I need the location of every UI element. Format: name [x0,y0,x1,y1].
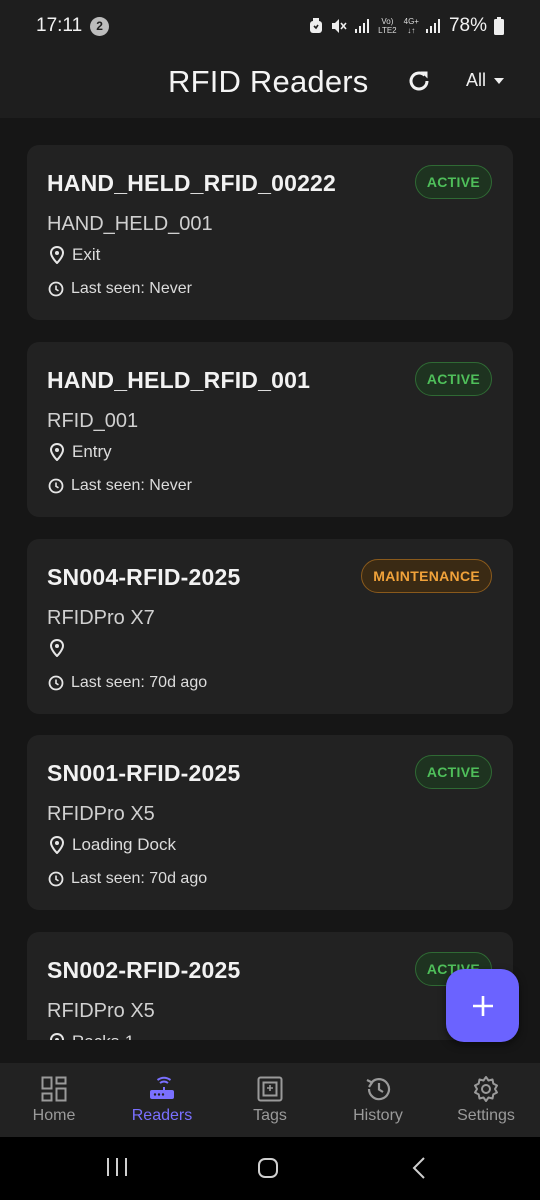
history-icon [366,1078,391,1101]
reader-last-seen: Last seen: 70d ago [48,870,207,888]
reader-location: Entry [50,442,112,462]
status-time: 17:11 [36,15,83,36]
nav-readers-label: Readers [131,1107,193,1124]
nav-tags[interactable]: Tags [216,1063,324,1137]
reader-card[interactable]: SN002-RFID-2025 ACTIVE RFIDPro X5 Racks-… [27,932,513,1040]
reader-location: Loading Dock [50,835,176,855]
nav-settings[interactable]: Settings [432,1063,540,1137]
location-pin-icon [50,639,64,657]
reader-model: HAND_HELD_001 [47,213,213,235]
battery-icon [494,17,504,35]
reader-last-seen: Last seen: 70d ago [48,674,207,692]
home-circle-icon [258,1158,278,1178]
network-type-indicator: 4G+ ↓↑ [404,17,419,35]
back-button[interactable] [412,1157,426,1184]
status-badge: ACTIVE [414,362,492,396]
filter-dropdown[interactable]: All [466,70,505,91]
reader-location [50,639,72,657]
location-text: Entry [72,442,112,461]
app-bar: RFID Readers All [0,52,540,118]
nav-readers[interactable]: Readers [108,1063,216,1137]
last-seen-text: Last seen: Never [71,280,192,297]
reader-name: SN004-RFID-2025 [47,564,241,590]
reader-last-seen: Last seen: Never [48,477,192,495]
nav-history-label: History [353,1107,403,1124]
add-reader-button[interactable] [446,969,519,1042]
reader-model: RFID_001 [47,410,139,432]
nav-home[interactable]: Home [0,1063,108,1137]
nav-history[interactable]: History [324,1063,432,1137]
nav-tags-label: Tags [253,1107,287,1124]
network-type-bottom: ↓↑ [407,26,416,35]
reader-model: RFIDPro X5 [47,1000,155,1022]
system-navigation-bar [0,1137,540,1200]
signal-icon-2 [425,19,440,33]
reader-model: RFIDPro X7 [47,607,155,629]
location-pin-icon [50,246,64,264]
reader-card[interactable]: SN001-RFID-2025 ACTIVE RFIDPro X5 Loadin… [27,735,513,910]
status-icons: Vo) LTE2 4G+ ↓↑ 78% [309,15,504,37]
reader-card[interactable]: HAND_HELD_RFID_00222 ACTIVE HAND_HELD_00… [27,145,513,320]
filter-value: All [466,70,487,90]
reader-last-seen: Last seen: Never [48,280,192,298]
reader-location: Exit [50,245,100,265]
refresh-button[interactable] [404,66,434,96]
dashboard-icon [41,1076,67,1102]
location-text: Racks-1 [72,1032,134,1040]
nav-settings-label: Settings [457,1107,515,1124]
status-bar: 17:11 2 Vo) LTE2 4G+ ↓↑ 78% [0,0,540,52]
plus-icon [472,995,493,1016]
location-text: Exit [72,245,101,264]
status-badge: MAINTENANCE [361,559,492,593]
refresh-icon [409,71,429,91]
tag-icon [257,1076,283,1102]
clock-icon [48,478,64,494]
caret-down-icon [494,77,505,84]
signal-icon [355,19,370,33]
reader-location: Racks-1 [50,1032,134,1040]
nav-home-label: Home [32,1107,76,1124]
location-pin-icon [50,443,64,461]
status-badge: ACTIVE [414,755,492,789]
volte-top: Vo) [381,17,394,26]
reader-list[interactable]: HAND_HELD_RFID_00222 ACTIVE HAND_HELD_00… [0,118,540,1040]
reader-model: RFIDPro X5 [47,803,155,825]
reader-name: HAND_HELD_RFID_001 [47,367,311,393]
clock-icon [48,871,64,887]
reader-name: SN002-RFID-2025 [47,957,241,983]
page-title: RFID Readers [168,64,369,99]
location-text: Loading Dock [72,835,176,854]
clock-icon [48,281,64,297]
recent-apps-button[interactable] [106,1157,128,1182]
gear-icon [474,1076,498,1102]
router-icon [150,1076,174,1099]
back-chevron-icon [412,1157,425,1179]
battery-percent: 78% [448,15,487,36]
mute-icon [332,19,347,33]
last-seen-text: Last seen: 70d ago [71,674,208,691]
recent-apps-icon [107,1158,127,1176]
reader-card[interactable]: HAND_HELD_RFID_001 ACTIVE RFID_001 Entry… [27,342,513,517]
volte-bottom: LTE2 [378,26,397,35]
network-type-top: 4G+ [403,17,419,26]
location-pin-icon [50,836,64,854]
last-seen-text: Last seen: Never [71,477,192,494]
clock-icon [48,675,64,691]
home-button[interactable] [257,1157,279,1184]
alarm-icon [310,18,323,33]
reader-name: HAND_HELD_RFID_00222 [47,170,337,196]
last-seen-text: Last seen: 70d ago [71,870,208,887]
reader-card[interactable]: SN004-RFID-2025 MAINTENANCE RFIDPro X7 L… [27,539,513,714]
notification-count-badge: 2 [90,16,110,36]
reader-name: SN001-RFID-2025 [47,760,241,786]
volte-indicator: Vo) LTE2 [378,17,397,35]
location-pin-icon [50,1033,64,1040]
status-badge: ACTIVE [414,165,492,199]
bottom-navigation: Home Readers Tags History Settings [0,1063,540,1137]
